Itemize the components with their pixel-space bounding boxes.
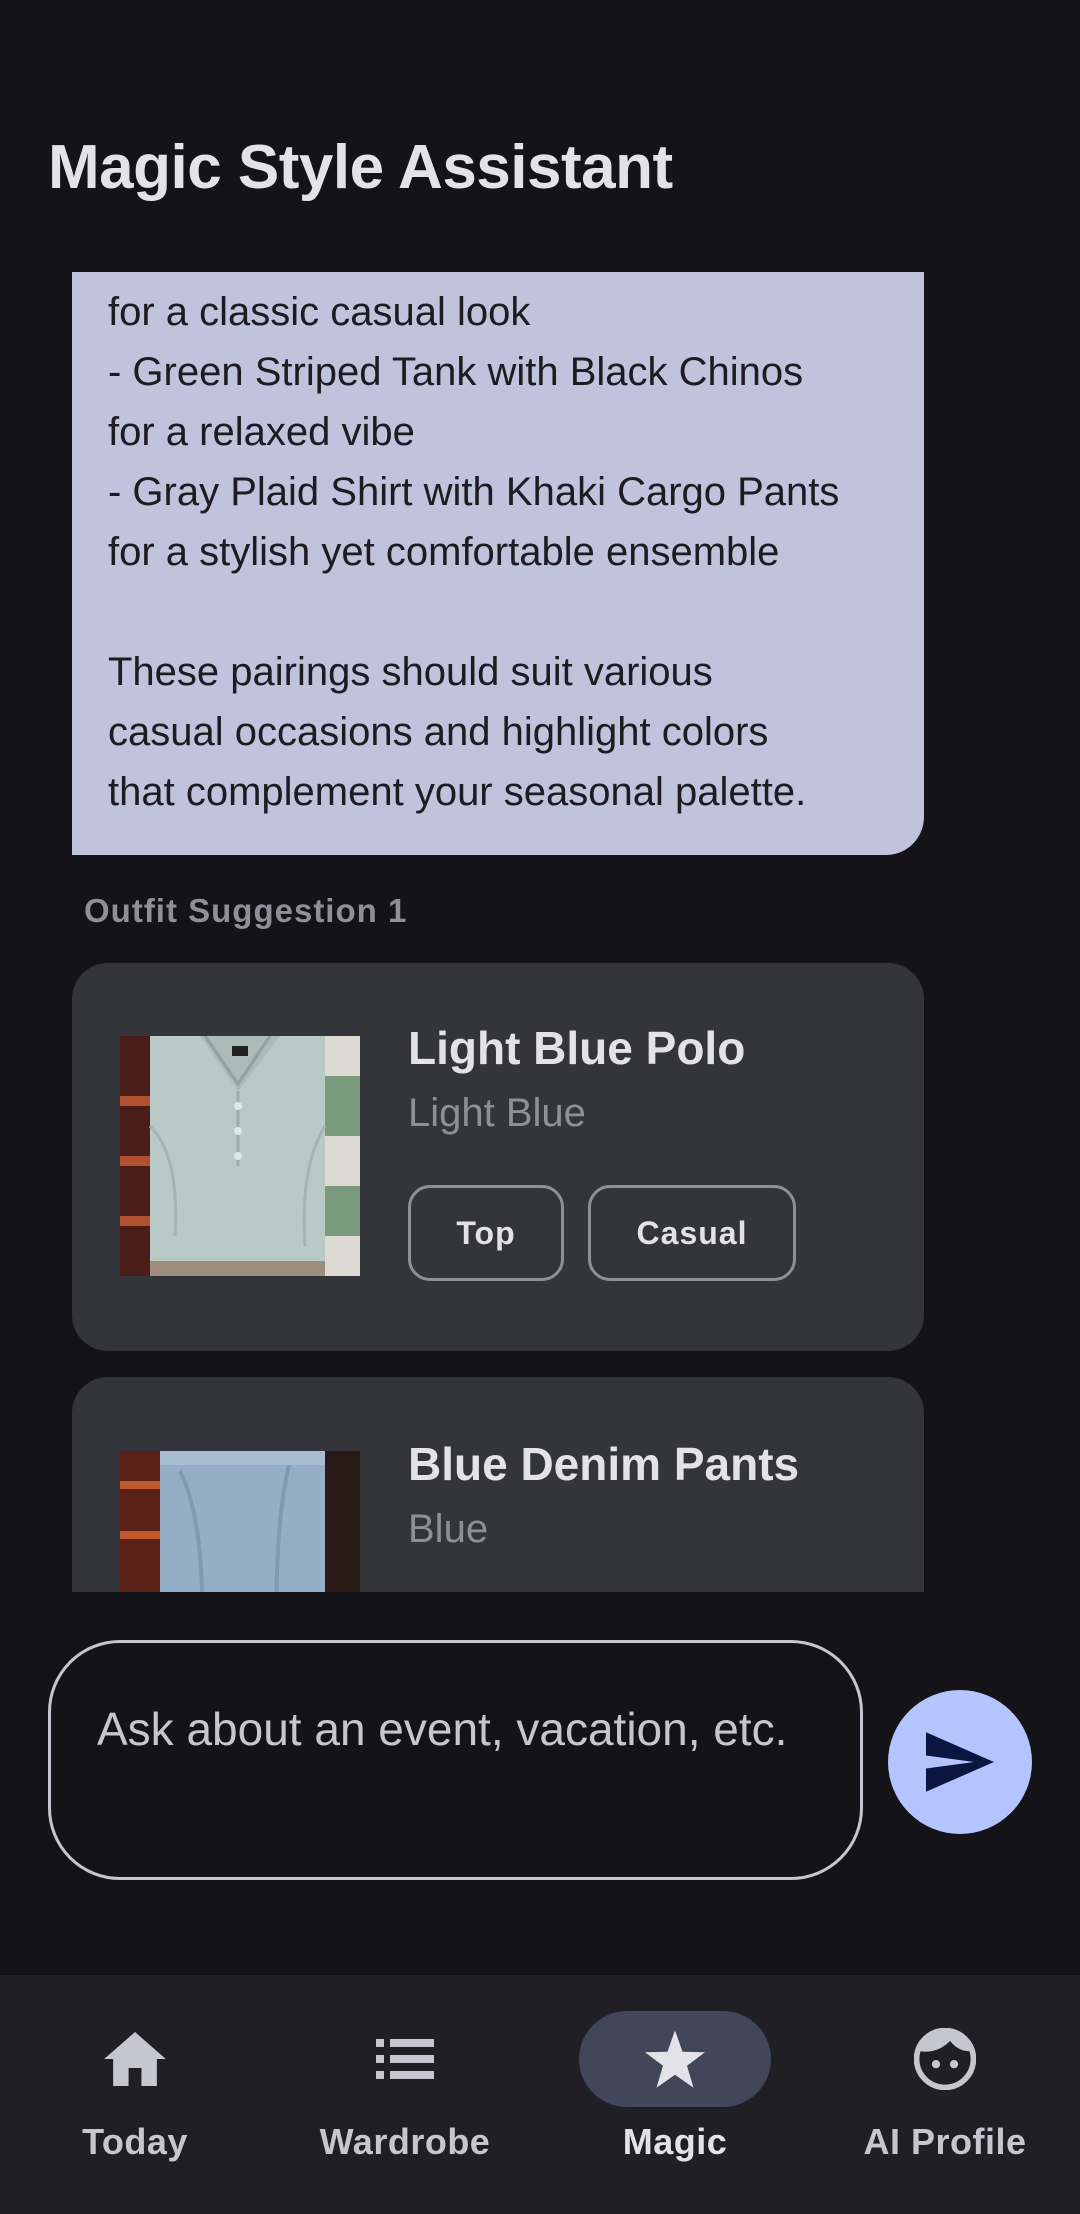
assistant-message-bubble: for a classic casual look - Green Stripe… xyxy=(72,272,924,855)
nav-label: Today xyxy=(82,2121,188,2162)
nav-item-magic[interactable]: Magic xyxy=(540,1975,810,2214)
item-name: Blue Denim Pants xyxy=(408,1438,800,1490)
item-color: Blue xyxy=(408,1507,489,1551)
page-title: Magic Style Assistant xyxy=(48,133,673,202)
send-icon xyxy=(926,1732,994,1792)
nav-item-wardrobe[interactable]: Wardrobe xyxy=(270,1975,540,2214)
star-icon xyxy=(645,2030,705,2088)
list-icon xyxy=(376,2039,434,2079)
denim-pants-image xyxy=(120,1451,360,1592)
nav-item-today[interactable]: Today xyxy=(0,1975,270,2214)
tag-chip-top[interactable]: Top xyxy=(408,1185,564,1281)
active-indicator xyxy=(579,2011,771,2107)
outfit-item-card[interactable]: Blue Denim Pants Blue xyxy=(72,1377,924,1592)
message-input[interactable]: Ask about an event, vacation, etc. xyxy=(48,1640,863,1880)
item-name: Light Blue Polo xyxy=(408,1022,746,1074)
outfit-suggestion-label: Outfit Suggestion 1 xyxy=(84,892,408,929)
chat-list[interactable]: for a classic casual look - Green Stripe… xyxy=(0,272,1080,1592)
outfit-item-card[interactable]: Light Blue Polo Light Blue Top Casual xyxy=(72,963,924,1351)
nav-label: AI Profile xyxy=(863,2121,1027,2162)
polo-image xyxy=(120,1036,360,1276)
bottom-navigation: Today Wardrobe Magic AI Profile xyxy=(0,1975,1080,2214)
home-icon xyxy=(104,2032,166,2086)
tag-chip-casual[interactable]: Casual xyxy=(588,1185,796,1281)
item-color: Light Blue xyxy=(408,1091,586,1135)
face-icon xyxy=(914,2028,976,2090)
nav-label: Wardrobe xyxy=(319,2121,491,2162)
nav-label: Magic xyxy=(622,2121,728,2162)
nav-item-ai-profile[interactable]: AI Profile xyxy=(810,1975,1080,2214)
send-button[interactable] xyxy=(888,1690,1032,1834)
